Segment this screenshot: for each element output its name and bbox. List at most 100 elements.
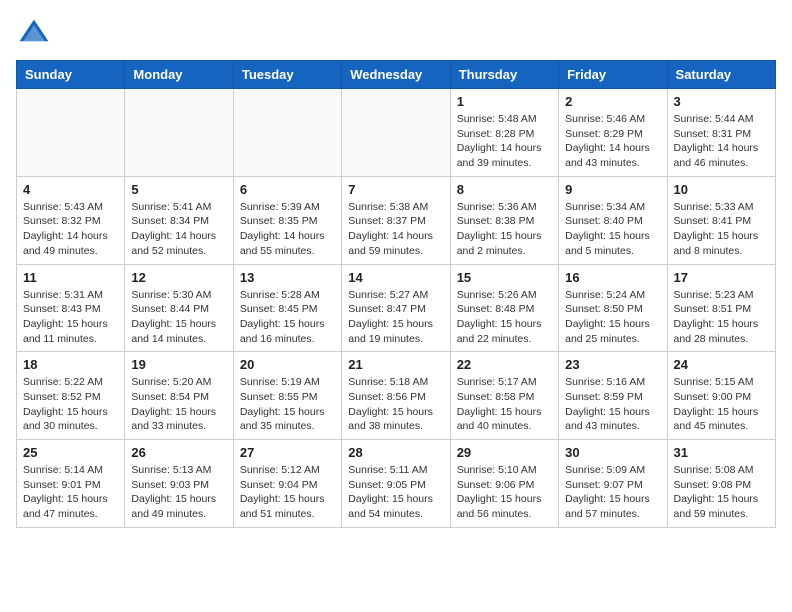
day-info: Sunrise: 5:09 AMSunset: 9:07 PMDaylight:… <box>565 463 660 522</box>
day-number: 28 <box>348 445 443 460</box>
day-info: Sunrise: 5:36 AMSunset: 8:38 PMDaylight:… <box>457 200 552 259</box>
weekday-header-wednesday: Wednesday <box>342 61 450 89</box>
day-number: 20 <box>240 357 335 372</box>
calendar-cell: 23 Sunrise: 5:16 AMSunset: 8:59 PMDayligh… <box>559 352 667 440</box>
day-info: Sunrise: 5:33 AMSunset: 8:41 PMDaylight:… <box>674 200 769 259</box>
day-info: Sunrise: 5:19 AMSunset: 8:55 PMDaylight:… <box>240 375 335 434</box>
day-info: Sunrise: 5:12 AMSunset: 9:04 PMDaylight:… <box>240 463 335 522</box>
day-number: 21 <box>348 357 443 372</box>
calendar-week-1: 1 Sunrise: 5:48 AMSunset: 8:28 PMDaylight… <box>17 89 776 177</box>
calendar-cell: 10 Sunrise: 5:33 AMSunset: 8:41 PMDayligh… <box>667 176 775 264</box>
calendar-cell: 7Sunrise: 5:38 AMSunset: 8:37 PMDaylight… <box>342 176 450 264</box>
weekday-header-sunday: Sunday <box>17 61 125 89</box>
day-number: 29 <box>457 445 552 460</box>
day-info: Sunrise: 5:17 AMSunset: 8:58 PMDaylight:… <box>457 375 552 434</box>
calendar-cell: 26 Sunrise: 5:13 AMSunset: 9:03 PMDayligh… <box>125 440 233 528</box>
day-info: Sunrise: 5:46 AMSunset: 8:29 PMDaylight:… <box>565 112 660 171</box>
day-number: 19 <box>131 357 226 372</box>
day-number: 6 <box>240 182 335 197</box>
day-info: Sunrise: 5:26 AMSunset: 8:48 PMDaylight:… <box>457 288 552 347</box>
calendar-cell: 11Sunrise: 5:31 AMSunset: 8:43 PMDayligh… <box>17 264 125 352</box>
calendar-week-4: 18 Sunrise: 5:22 AMSunset: 8:52 PMDayligh… <box>17 352 776 440</box>
day-number: 18 <box>23 357 118 372</box>
day-info: Sunrise: 5:13 AMSunset: 9:03 PMDaylight:… <box>131 463 226 522</box>
calendar-cell: 1 Sunrise: 5:48 AMSunset: 8:28 PMDaylight… <box>450 89 558 177</box>
day-info: Sunrise: 5:44 AMSunset: 8:31 PMDaylight:… <box>674 112 769 171</box>
weekday-header-tuesday: Tuesday <box>233 61 341 89</box>
day-number: 10 <box>674 182 769 197</box>
day-number: 17 <box>674 270 769 285</box>
day-info: Sunrise: 5:28 AMSunset: 8:45 PMDaylight:… <box>240 288 335 347</box>
day-info: Sunrise: 5:11 AMSunset: 9:05 PMDaylight:… <box>348 463 443 522</box>
day-info: Sunrise: 5:30 AMSunset: 8:44 PMDaylight:… <box>131 288 226 347</box>
calendar-cell <box>125 89 233 177</box>
day-info: Sunrise: 5:48 AMSunset: 8:28 PMDaylight:… <box>457 112 552 171</box>
calendar-cell: 19 Sunrise: 5:20 AMSunset: 8:54 PMDayligh… <box>125 352 233 440</box>
calendar-cell: 22Sunrise: 5:17 AMSunset: 8:58 PMDayligh… <box>450 352 558 440</box>
calendar-week-2: 4 Sunrise: 5:43 AMSunset: 8:32 PMDaylight… <box>17 176 776 264</box>
day-number: 25 <box>23 445 118 460</box>
calendar-cell <box>342 89 450 177</box>
weekday-header-saturday: Saturday <box>667 61 775 89</box>
day-info: Sunrise: 5:43 AMSunset: 8:32 PMDaylight:… <box>23 200 118 259</box>
calendar-cell <box>233 89 341 177</box>
day-number: 2 <box>565 94 660 109</box>
calendar-cell: 24 Sunrise: 5:15 AMSunset: 9:00 PMDayligh… <box>667 352 775 440</box>
calendar-week-3: 11Sunrise: 5:31 AMSunset: 8:43 PMDayligh… <box>17 264 776 352</box>
day-info: Sunrise: 5:27 AMSunset: 8:47 PMDaylight:… <box>348 288 443 347</box>
day-info: Sunrise: 5:24 AMSunset: 8:50 PMDaylight:… <box>565 288 660 347</box>
day-info: Sunrise: 5:22 AMSunset: 8:52 PMDaylight:… <box>23 375 118 434</box>
day-number: 4 <box>23 182 118 197</box>
day-number: 8 <box>457 182 552 197</box>
day-info: Sunrise: 5:10 AMSunset: 9:06 PMDaylight:… <box>457 463 552 522</box>
calendar-cell: 30 Sunrise: 5:09 AMSunset: 9:07 PMDayligh… <box>559 440 667 528</box>
calendar-cell: 12 Sunrise: 5:30 AMSunset: 8:44 PMDayligh… <box>125 264 233 352</box>
day-number: 24 <box>674 357 769 372</box>
calendar-cell: 29 Sunrise: 5:10 AMSunset: 9:06 PMDayligh… <box>450 440 558 528</box>
day-info: Sunrise: 5:34 AMSunset: 8:40 PMDaylight:… <box>565 200 660 259</box>
calendar-cell: 14 Sunrise: 5:27 AMSunset: 8:47 PMDayligh… <box>342 264 450 352</box>
day-info: Sunrise: 5:08 AMSunset: 9:08 PMDaylight:… <box>674 463 769 522</box>
calendar-cell: 15 Sunrise: 5:26 AMSunset: 8:48 PMDayligh… <box>450 264 558 352</box>
logo <box>16 16 56 52</box>
calendar-cell: 20 Sunrise: 5:19 AMSunset: 8:55 PMDayligh… <box>233 352 341 440</box>
day-number: 15 <box>457 270 552 285</box>
day-number: 9 <box>565 182 660 197</box>
day-info: Sunrise: 5:41 AMSunset: 8:34 PMDaylight:… <box>131 200 226 259</box>
weekday-header-friday: Friday <box>559 61 667 89</box>
day-number: 14 <box>348 270 443 285</box>
day-number: 27 <box>240 445 335 460</box>
day-number: 23 <box>565 357 660 372</box>
calendar-cell: 28 Sunrise: 5:11 AMSunset: 9:05 PMDayligh… <box>342 440 450 528</box>
day-number: 12 <box>131 270 226 285</box>
day-number: 1 <box>457 94 552 109</box>
calendar-cell <box>17 89 125 177</box>
day-info: Sunrise: 5:23 AMSunset: 8:51 PMDaylight:… <box>674 288 769 347</box>
weekday-header-monday: Monday <box>125 61 233 89</box>
day-info: Sunrise: 5:38 AMSunset: 8:37 PMDaylight:… <box>348 200 443 259</box>
day-info: Sunrise: 5:15 AMSunset: 9:00 PMDaylight:… <box>674 375 769 434</box>
day-number: 30 <box>565 445 660 460</box>
day-number: 13 <box>240 270 335 285</box>
day-number: 3 <box>674 94 769 109</box>
calendar-cell: 16Sunrise: 5:24 AMSunset: 8:50 PMDayligh… <box>559 264 667 352</box>
weekday-header-thursday: Thursday <box>450 61 558 89</box>
calendar-cell: 21Sunrise: 5:18 AMSunset: 8:56 PMDayligh… <box>342 352 450 440</box>
calendar-cell: 3 Sunrise: 5:44 AMSunset: 8:31 PMDaylight… <box>667 89 775 177</box>
calendar-cell: 8 Sunrise: 5:36 AMSunset: 8:38 PMDaylight… <box>450 176 558 264</box>
calendar-week-5: 25 Sunrise: 5:14 AMSunset: 9:01 PMDayligh… <box>17 440 776 528</box>
day-number: 26 <box>131 445 226 460</box>
calendar-cell: 9 Sunrise: 5:34 AMSunset: 8:40 PMDaylight… <box>559 176 667 264</box>
calendar-body: 1 Sunrise: 5:48 AMSunset: 8:28 PMDaylight… <box>17 89 776 528</box>
calendar: SundayMondayTuesdayWednesdayThursdayFrid… <box>16 60 776 528</box>
calendar-cell: 31 Sunrise: 5:08 AMSunset: 9:08 PMDayligh… <box>667 440 775 528</box>
day-info: Sunrise: 5:20 AMSunset: 8:54 PMDaylight:… <box>131 375 226 434</box>
day-number: 31 <box>674 445 769 460</box>
day-info: Sunrise: 5:31 AMSunset: 8:43 PMDaylight:… <box>23 288 118 347</box>
calendar-cell: 13 Sunrise: 5:28 AMSunset: 8:45 PMDayligh… <box>233 264 341 352</box>
day-info: Sunrise: 5:16 AMSunset: 8:59 PMDaylight:… <box>565 375 660 434</box>
day-info: Sunrise: 5:14 AMSunset: 9:01 PMDaylight:… <box>23 463 118 522</box>
calendar-cell: 27 Sunrise: 5:12 AMSunset: 9:04 PMDayligh… <box>233 440 341 528</box>
page-header <box>16 16 776 52</box>
day-info: Sunrise: 5:39 AMSunset: 8:35 PMDaylight:… <box>240 200 335 259</box>
